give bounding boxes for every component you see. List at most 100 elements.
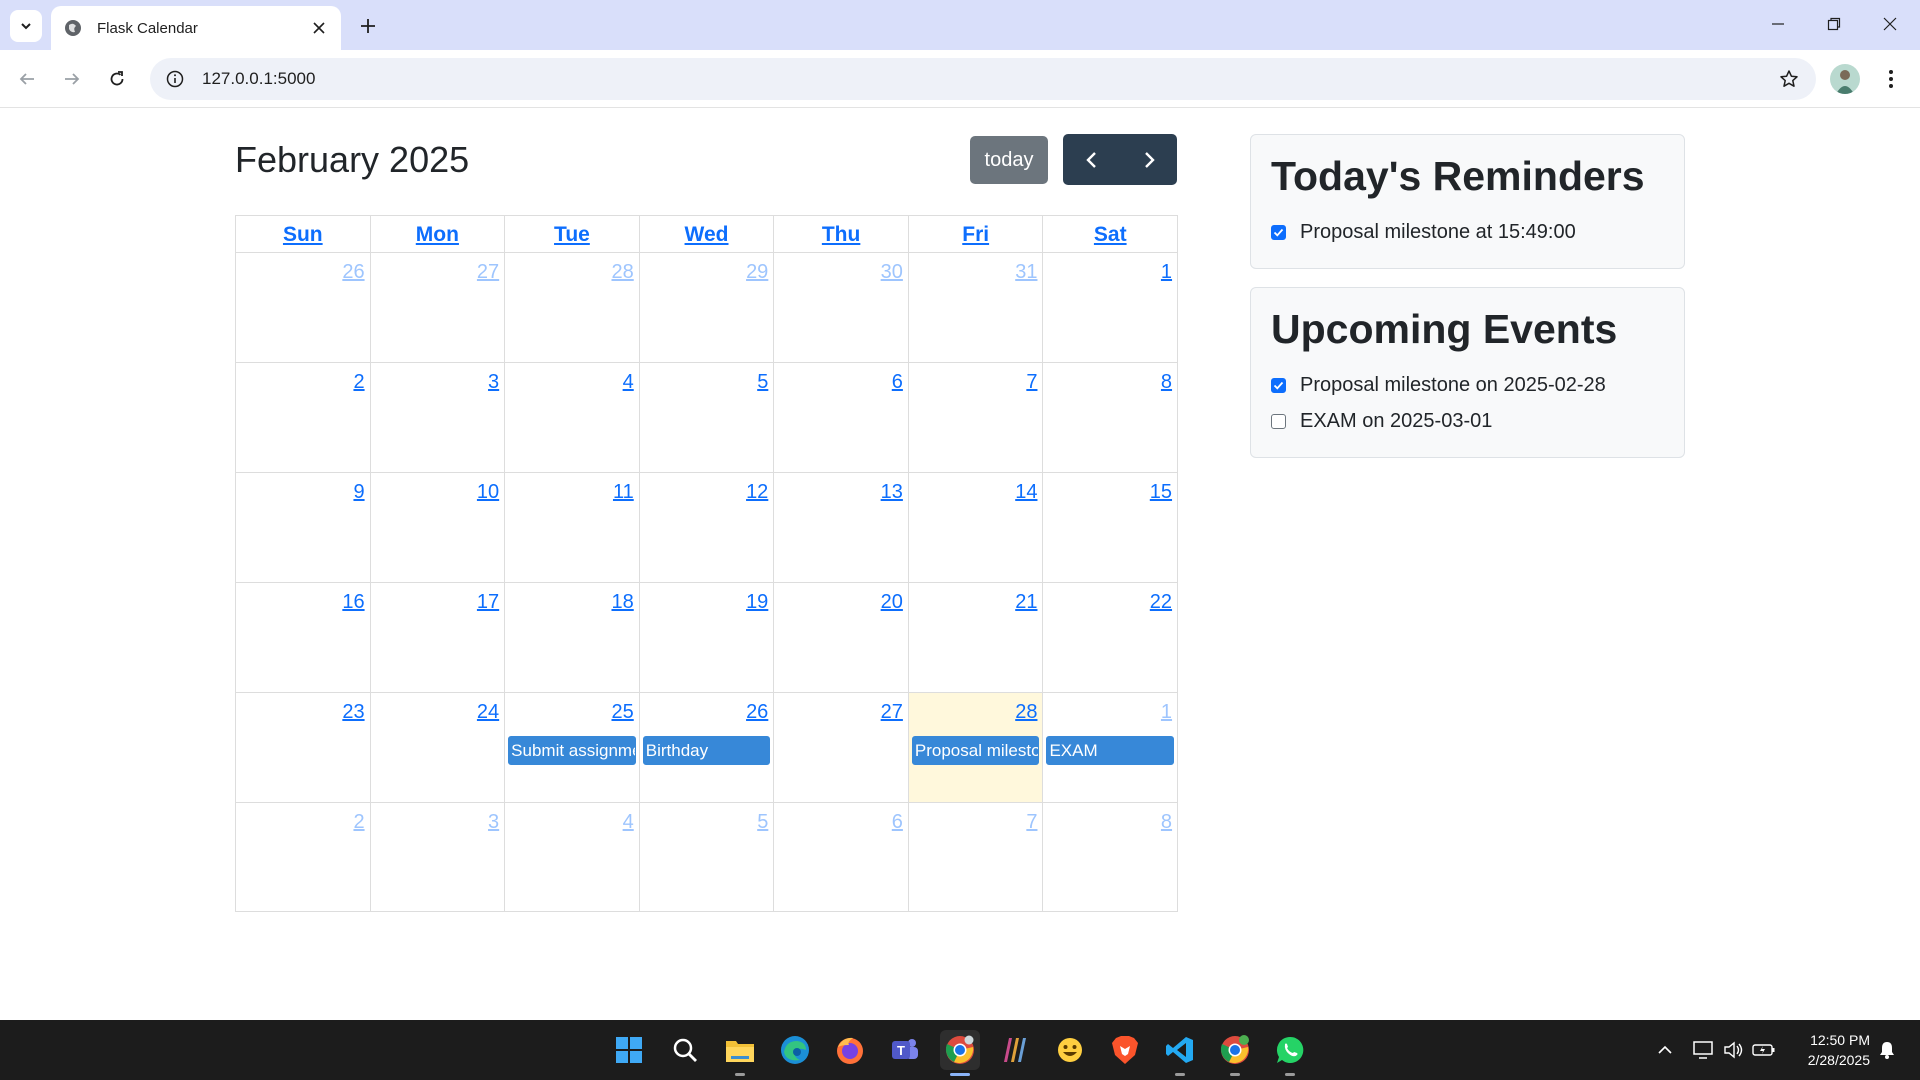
calendar-day-cell[interactable]: 27 bbox=[774, 692, 909, 802]
day-number-link[interactable]: 15 bbox=[1150, 481, 1172, 504]
calendar-day-cell[interactable]: 17 bbox=[370, 582, 506, 692]
chrome-icon[interactable] bbox=[940, 1030, 980, 1076]
calendar-day-cell[interactable]: 19 bbox=[639, 582, 775, 692]
volume-icon[interactable] bbox=[1722, 1038, 1746, 1062]
calendar-day-cell[interactable]: 4 bbox=[505, 362, 640, 472]
tab-search-dropdown-icon[interactable] bbox=[10, 10, 42, 42]
winrar-icon[interactable] bbox=[995, 1030, 1035, 1070]
day-number-link[interactable]: 1 bbox=[1161, 261, 1172, 284]
day-number-link[interactable]: 5 bbox=[757, 371, 768, 394]
day-number-link[interactable]: 4 bbox=[623, 371, 634, 394]
calendar-day-cell[interactable]: 3 bbox=[370, 362, 506, 472]
today-button[interactable]: today bbox=[970, 136, 1048, 184]
day-number-link[interactable]: 17 bbox=[477, 591, 499, 614]
tray-chevron-up-icon[interactable] bbox=[1653, 1038, 1677, 1062]
checkbox-checked[interactable] bbox=[1271, 377, 1286, 393]
calendar-day-cell[interactable]: 16 bbox=[236, 582, 371, 692]
calendar-day-cell[interactable]: 4 bbox=[505, 802, 640, 912]
bookmark-star-icon[interactable] bbox=[1768, 58, 1810, 100]
new-tab-plus-icon[interactable] bbox=[352, 10, 384, 42]
emoji-app-icon[interactable] bbox=[1050, 1030, 1090, 1070]
calendar-event[interactable]: Submit assignment bbox=[508, 736, 636, 765]
day-number-link[interactable]: 27 bbox=[477, 261, 499, 284]
day-number-link[interactable]: 26 bbox=[746, 701, 768, 724]
weekday-sat[interactable]: Sat bbox=[1043, 216, 1177, 252]
calendar-day-cell[interactable]: 20 bbox=[774, 582, 909, 692]
day-number-link[interactable]: 7 bbox=[1026, 811, 1037, 834]
calendar-day-cell[interactable]: 21 bbox=[908, 582, 1044, 692]
vscode-icon[interactable] bbox=[1160, 1030, 1200, 1076]
weekday-fri[interactable]: Fri bbox=[909, 216, 1044, 252]
day-number-link[interactable]: 3 bbox=[488, 371, 499, 394]
day-number-link[interactable]: 25 bbox=[611, 701, 633, 724]
day-number-link[interactable]: 20 bbox=[881, 591, 903, 614]
calendar-day-cell-today[interactable]: 28 Proposal milestone bbox=[908, 692, 1044, 802]
calendar-day-cell[interactable]: 26 Birthday bbox=[639, 692, 775, 802]
next-month-chevron-icon[interactable] bbox=[1120, 134, 1177, 185]
whatsapp-icon[interactable] bbox=[1270, 1030, 1310, 1076]
day-number-link[interactable]: 23 bbox=[342, 701, 364, 724]
profile-avatar[interactable] bbox=[1830, 64, 1860, 94]
calendar-day-cell[interactable]: 30 bbox=[774, 252, 909, 362]
calendar-day-cell[interactable]: 1 bbox=[1043, 252, 1179, 362]
weekday-wed[interactable]: Wed bbox=[640, 216, 775, 252]
day-number-link[interactable]: 9 bbox=[353, 481, 364, 504]
day-number-link[interactable]: 16 bbox=[342, 591, 364, 614]
day-number-link[interactable]: 12 bbox=[746, 481, 768, 504]
weekday-tue[interactable]: Tue bbox=[505, 216, 640, 252]
calendar-day-cell[interactable]: 2 bbox=[236, 362, 371, 472]
day-number-link[interactable]: 26 bbox=[342, 261, 364, 284]
calendar-day-cell[interactable]: 29 bbox=[639, 252, 775, 362]
firefox-icon[interactable] bbox=[830, 1030, 870, 1070]
calendar-event[interactable]: Proposal milestone bbox=[911, 736, 1040, 765]
weekday-mon[interactable]: Mon bbox=[371, 216, 506, 252]
browser-tab[interactable]: Flask Calendar bbox=[51, 6, 341, 50]
day-number-link[interactable]: 5 bbox=[757, 811, 768, 834]
day-number-link[interactable]: 21 bbox=[1015, 591, 1037, 614]
day-number-link[interactable]: 31 bbox=[1015, 261, 1037, 284]
tab-close-icon[interactable] bbox=[307, 16, 331, 40]
start-icon[interactable] bbox=[609, 1030, 649, 1070]
calendar-day-cell[interactable]: 24 bbox=[370, 692, 506, 802]
day-number-link[interactable]: 8 bbox=[1161, 811, 1172, 834]
notification-bell-icon[interactable] bbox=[1875, 1038, 1899, 1062]
day-number-link[interactable]: 2 bbox=[353, 371, 364, 394]
day-number-link[interactable]: 14 bbox=[1015, 481, 1037, 504]
day-number-link[interactable]: 10 bbox=[477, 481, 499, 504]
calendar-day-cell[interactable]: 31 bbox=[908, 252, 1044, 362]
calendar-day-cell[interactable]: 5 bbox=[639, 802, 775, 912]
day-number-link[interactable]: 28 bbox=[611, 261, 633, 284]
checkbox-unchecked[interactable] bbox=[1271, 413, 1286, 429]
close-window-icon[interactable] bbox=[1862, 0, 1918, 48]
day-number-link[interactable]: 22 bbox=[1150, 591, 1172, 614]
calendar-day-cell[interactable]: 22 bbox=[1043, 582, 1179, 692]
calendar-day-cell[interactable]: 13 bbox=[774, 472, 909, 582]
day-number-link[interactable]: 28 bbox=[1015, 701, 1037, 724]
calendar-day-cell[interactable]: 5 bbox=[639, 362, 775, 472]
site-info-icon[interactable] bbox=[154, 58, 196, 100]
calendar-day-cell[interactable]: 6 bbox=[774, 802, 909, 912]
day-number-link[interactable]: 6 bbox=[892, 371, 903, 394]
calendar-day-cell[interactable]: 7 bbox=[908, 802, 1044, 912]
chrome-profile-icon[interactable] bbox=[1215, 1030, 1255, 1076]
day-number-link[interactable]: 11 bbox=[613, 481, 634, 504]
day-number-link[interactable]: 24 bbox=[477, 701, 499, 724]
calendar-day-cell[interactable]: 14 bbox=[908, 472, 1044, 582]
calendar-day-cell[interactable]: 28 bbox=[505, 252, 640, 362]
url-text[interactable]: 127.0.0.1:5000 bbox=[202, 69, 1768, 89]
calendar-day-cell[interactable]: 8 bbox=[1043, 802, 1179, 912]
teams-icon[interactable]: T bbox=[885, 1030, 925, 1070]
calendar-event[interactable]: EXAM bbox=[1046, 736, 1175, 765]
day-number-link[interactable]: 7 bbox=[1026, 371, 1037, 394]
calendar-day-cell[interactable]: 9 bbox=[236, 472, 371, 582]
day-number-link[interactable]: 18 bbox=[611, 591, 633, 614]
calendar-event[interactable]: Birthday bbox=[642, 736, 771, 765]
calendar-day-cell[interactable]: 11 bbox=[505, 472, 640, 582]
forward-arrow-icon[interactable] bbox=[52, 59, 92, 99]
day-number-link[interactable]: 29 bbox=[746, 261, 768, 284]
restore-icon[interactable] bbox=[1806, 0, 1862, 48]
calendar-day-cell[interactable]: 12 bbox=[639, 472, 775, 582]
minimize-icon[interactable] bbox=[1750, 0, 1806, 48]
file-explorer-icon[interactable] bbox=[720, 1030, 760, 1076]
day-number-link[interactable]: 8 bbox=[1161, 371, 1172, 394]
